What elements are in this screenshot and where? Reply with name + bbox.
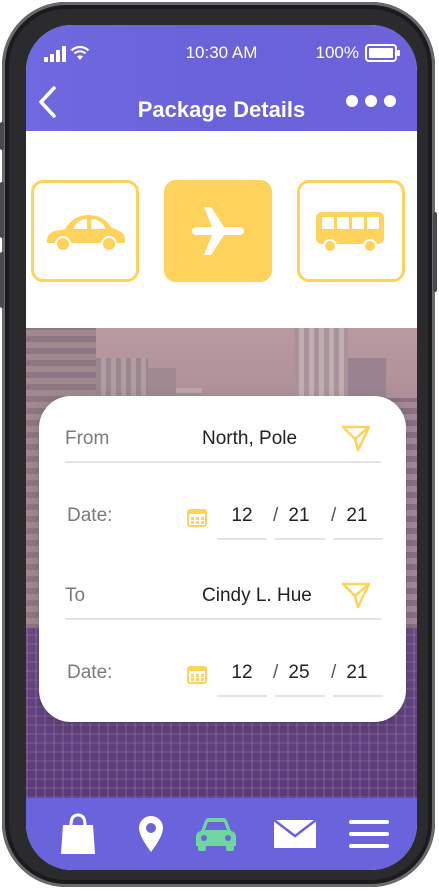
mail-icon: [273, 819, 317, 848]
mute-switch: [0, 122, 4, 150]
phone-frame: 10:30 AM 100% Package Details From North…: [0, 2, 437, 887]
location-pin-icon: [139, 816, 163, 852]
calendar-icon[interactable]: [187, 507, 207, 527]
from-underline: [65, 461, 381, 463]
tab-messages[interactable]: [272, 814, 318, 854]
to-date-label: Date:: [67, 662, 113, 683]
from-date-month[interactable]: 12: [222, 505, 262, 527]
to-label: To: [65, 585, 86, 606]
tab-shop[interactable]: [58, 813, 98, 854]
tab-drive[interactable]: [194, 814, 238, 854]
from-date-row: Date: 12 / 21 / 21: [65, 502, 383, 542]
to-date-row: Date: 12 / 25 / 21: [65, 659, 383, 699]
to-date-day[interactable]: 25: [279, 662, 319, 684]
to-date-month[interactable]: 12: [222, 662, 262, 684]
transport-option-bus[interactable]: [297, 180, 405, 282]
tab-location[interactable]: [134, 814, 168, 854]
date-separator: /: [273, 505, 279, 526]
bus-icon: [316, 212, 384, 253]
car-icon: [196, 818, 236, 851]
app-header: 10:30 AM 100% Package Details: [26, 25, 417, 131]
airplane-icon: [192, 207, 244, 255]
to-value[interactable]: Cindy L. Hue: [202, 585, 312, 607]
car-icon: [47, 215, 125, 252]
day-underline: [275, 538, 325, 540]
bottom-tab-bar: [26, 798, 417, 870]
from-date-label: Date:: [67, 505, 113, 526]
transport-selector: [26, 131, 417, 328]
battery-percent: 100%: [315, 43, 359, 62]
shopping-bag-icon: [61, 813, 95, 854]
year-underline: [333, 538, 383, 540]
to-underline: [65, 618, 381, 620]
transport-option-car[interactable]: [31, 180, 139, 282]
screen: 10:30 AM 100% Package Details From North…: [26, 25, 417, 870]
tab-menu[interactable]: [348, 814, 390, 854]
year-underline: [333, 695, 383, 697]
volume-down-button: [0, 252, 4, 308]
power-button: [433, 212, 437, 292]
transport-option-airplane[interactable]: [164, 180, 272, 282]
month-underline: [217, 695, 267, 697]
from-field[interactable]: From North, Pole: [65, 424, 381, 464]
calendar-icon[interactable]: [187, 664, 207, 684]
date-separator: /: [273, 662, 279, 683]
to-field[interactable]: To Cindy L. Hue: [65, 581, 381, 621]
month-underline: [217, 538, 267, 540]
volume-up-button: [0, 182, 4, 238]
more-horizontal-icon[interactable]: [345, 94, 397, 108]
from-date-day[interactable]: 21: [279, 505, 319, 527]
day-underline: [275, 695, 325, 697]
date-separator: /: [331, 505, 337, 526]
send-icon[interactable]: [341, 581, 371, 609]
date-separator: /: [331, 662, 337, 683]
to-date-year[interactable]: 21: [337, 662, 377, 684]
from-date-year[interactable]: 21: [337, 505, 377, 527]
send-icon[interactable]: [341, 424, 371, 452]
menu-icon: [349, 820, 389, 848]
from-value[interactable]: North, Pole: [202, 428, 297, 450]
from-label: From: [65, 428, 110, 449]
battery-icon: [365, 44, 400, 62]
package-form-card: From North, Pole Date: 12 / 21 / 21 To C…: [39, 396, 406, 722]
status-bar: 10:30 AM 100%: [26, 43, 417, 65]
